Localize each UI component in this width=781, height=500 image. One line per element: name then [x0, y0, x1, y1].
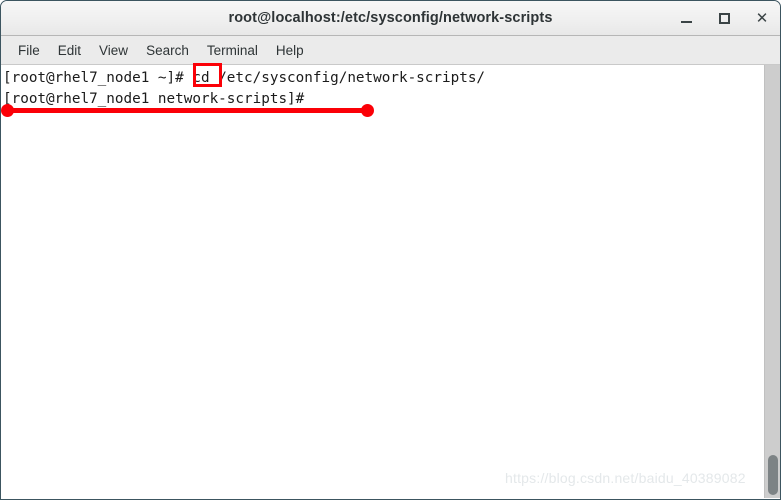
terminal-line-2: [root@rhel7_node1 network-scripts]#	[3, 89, 764, 110]
scrollbar-thumb[interactable]	[768, 455, 778, 495]
minimize-icon	[680, 21, 692, 23]
close-icon: ✕	[755, 9, 769, 27]
menu-item-file[interactable]: File	[9, 40, 49, 61]
terminal-line-1-args: /etc/sysconfig/network-scripts/	[209, 70, 486, 86]
menu-bar: File Edit View Search Terminal Help	[1, 36, 780, 65]
terminal-output[interactable]: [root@rhel7_node1 ~]# cd /etc/sysconfig/…	[1, 65, 764, 498]
menu-item-search[interactable]: Search	[137, 40, 198, 61]
minimize-button[interactable]	[674, 7, 698, 31]
terminal-line-1-command: cd	[192, 70, 210, 86]
maximize-icon	[718, 13, 730, 24]
terminal-scrollbar[interactable]	[764, 65, 780, 498]
menu-item-help[interactable]: Help	[267, 40, 313, 61]
screenshot-root: root@localhost:/etc/sysconfig/network-sc…	[0, 0, 781, 500]
close-button[interactable]: ✕	[750, 7, 774, 31]
terminal-window: root@localhost:/etc/sysconfig/network-sc…	[0, 0, 781, 500]
window-titlebar[interactable]: root@localhost:/etc/sysconfig/network-sc…	[1, 1, 780, 36]
terminal-line-1: [root@rhel7_node1 ~]# cd /etc/sysconfig/…	[3, 68, 764, 89]
menu-item-terminal[interactable]: Terminal	[198, 40, 267, 61]
menu-item-edit[interactable]: Edit	[49, 40, 90, 61]
maximize-button[interactable]	[712, 7, 736, 31]
terminal-line-1-prompt: [root@rhel7_node1 ~]#	[3, 70, 193, 86]
terminal-area: [root@rhel7_node1 ~]# cd /etc/sysconfig/…	[1, 65, 780, 498]
menu-item-view[interactable]: View	[90, 40, 137, 61]
window-controls: ✕	[674, 1, 774, 36]
terminal-line-2-prompt: [root@rhel7_node1 network-scripts]#	[3, 91, 305, 107]
window-title: root@localhost:/etc/sysconfig/network-sc…	[228, 10, 553, 26]
